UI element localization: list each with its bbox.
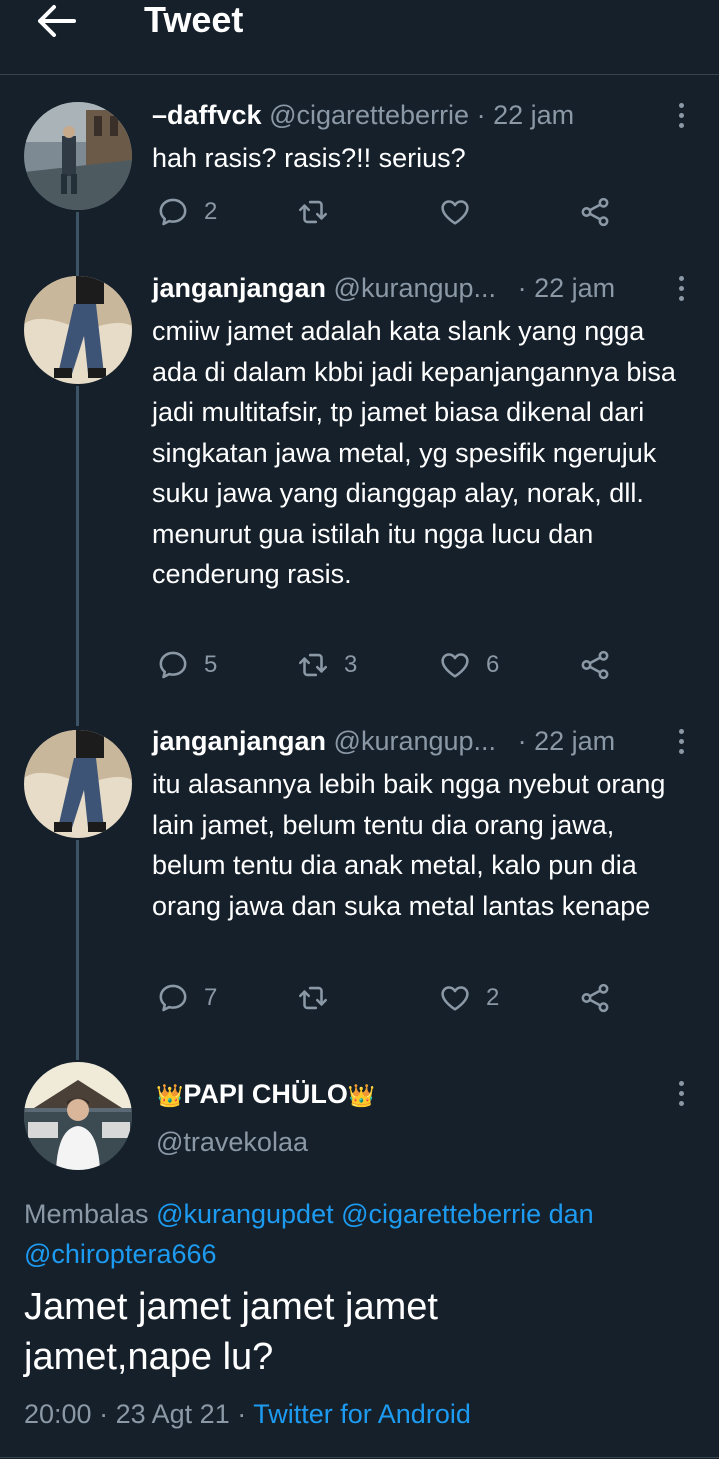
main-tweet-text: Jamet jamet jamet jamet jamet,nape lu? — [24, 1286, 438, 1378]
display-name[interactable]: –daffvck — [152, 100, 262, 130]
username[interactable]: @kurangup... — [334, 273, 497, 303]
share-button[interactable] — [578, 978, 612, 1018]
reply-button[interactable]: 2 — [156, 192, 217, 232]
thread-tweet[interactable]: janganjangan @kurangup... · 22 jam cmiiw… — [152, 271, 692, 631]
reply-icon — [156, 648, 190, 682]
crown-emoji: 👑 — [347, 1083, 376, 1108]
thread-tweet[interactable]: janganjangan @kurangup... · 22 jam itu a… — [152, 724, 692, 964]
avatar[interactable] — [24, 1062, 132, 1170]
thread-tweet[interactable]: –daffvck @cigaretteberrie · 22 jam hah r… — [152, 98, 692, 188]
more-icon[interactable] — [676, 724, 686, 758]
tweet-header: janganjangan @kurangup... · 22 jam — [152, 271, 692, 305]
like-count: 2 — [486, 984, 500, 1011]
timestamp[interactable]: 22 jam — [493, 100, 574, 130]
username[interactable]: @cigaretteberrie — [269, 100, 469, 130]
page-title: Tweet — [144, 0, 244, 40]
retweet-icon — [296, 195, 330, 229]
divider — [0, 1457, 719, 1458]
thread-line — [76, 840, 79, 1060]
share-button[interactable] — [578, 645, 612, 685]
share-icon — [578, 195, 612, 229]
share-icon — [578, 981, 612, 1015]
reply-button[interactable]: 7 — [156, 978, 217, 1018]
retweet-icon — [296, 981, 330, 1015]
thread-line — [76, 212, 79, 276]
like-count: 6 — [486, 651, 500, 678]
separator: · — [517, 726, 527, 756]
like-button[interactable]: 2 — [438, 978, 499, 1018]
retweet-button[interactable]: 3 — [296, 645, 357, 685]
tweet-meta: 20:00 · 23 Agt 21 · Twitter for Android — [24, 1394, 471, 1434]
retweet-count: 3 — [344, 651, 358, 678]
replying-to-label: Membalas — [24, 1199, 149, 1229]
arrow-left-icon — [38, 5, 76, 37]
avatar[interactable] — [24, 730, 132, 838]
replying-to: Membalas @kurangupdet @cigaretteberrie d… — [24, 1194, 704, 1274]
tweet-text: hah rasis? rasis?!! serius? — [152, 143, 466, 173]
like-icon — [438, 195, 472, 229]
username[interactable]: @kurangup... — [334, 726, 497, 756]
mention-link[interactable]: @cigaretteberrie — [341, 1199, 541, 1229]
tweet-header: janganjangan @kurangup... · 22 jam — [152, 724, 692, 758]
reply-count: 7 — [204, 984, 218, 1011]
tweet-date: 23 Agt 21 — [115, 1399, 230, 1429]
avatar[interactable] — [24, 276, 132, 384]
separator: · — [476, 100, 486, 130]
tweet-text: cmiiw jamet adalah kata slank yang ngga … — [152, 316, 676, 589]
tweet-text: itu alasannya lebih baik ngga nyebut ora… — [152, 769, 666, 921]
main-tweet-header: 👑PAPI CHÜLO👑 — [156, 1076, 375, 1112]
top-bar: Tweet — [0, 0, 719, 75]
like-icon — [438, 981, 472, 1015]
timestamp[interactable]: 22 jam — [534, 273, 615, 303]
mention-and[interactable]: dan — [549, 1199, 594, 1229]
mention-link[interactable]: @kurangupdet — [156, 1199, 334, 1229]
more-icon[interactable] — [676, 98, 686, 132]
tweet-time: 20:00 — [24, 1399, 92, 1429]
reply-count: 2 — [204, 198, 218, 225]
timestamp[interactable]: 22 jam — [534, 726, 615, 756]
retweet-icon — [296, 648, 330, 682]
back-button[interactable] — [34, 4, 82, 38]
retweet-button[interactable] — [296, 978, 330, 1018]
share-button[interactable] — [578, 192, 612, 232]
avatar[interactable] — [24, 102, 132, 210]
separator: · — [99, 1399, 109, 1429]
share-icon — [578, 648, 612, 682]
tweet-source-link[interactable]: Twitter for Android — [253, 1399, 471, 1429]
like-icon — [438, 648, 472, 682]
crown-emoji: 👑 — [156, 1083, 184, 1108]
separator: · — [237, 1399, 247, 1429]
like-button[interactable]: 6 — [438, 645, 499, 685]
retweet-button[interactable] — [296, 192, 330, 232]
display-name[interactable]: janganjangan — [152, 726, 326, 756]
reply-icon — [156, 981, 190, 1015]
more-icon[interactable] — [676, 271, 686, 305]
display-name[interactable]: janganjangan — [152, 273, 326, 303]
reply-count: 5 — [204, 651, 218, 678]
tweet-actions: 7 2 — [156, 978, 616, 1018]
separator: · — [517, 273, 527, 303]
tweet-actions: 5 3 6 — [156, 645, 616, 685]
username[interactable]: @travekolaa — [156, 1124, 308, 1160]
tweet-header: –daffvck @cigaretteberrie · 22 jam — [152, 98, 692, 132]
reply-button[interactable]: 5 — [156, 645, 217, 685]
mention-link[interactable]: @chiroptera666 — [24, 1239, 217, 1269]
tweet-actions: 2 — [156, 192, 616, 232]
more-icon[interactable] — [676, 1076, 686, 1110]
thread-line — [76, 386, 79, 726]
like-button[interactable] — [438, 192, 472, 232]
display-name[interactable]: PAPI CHÜLO — [183, 1079, 348, 1109]
reply-icon — [156, 195, 190, 229]
